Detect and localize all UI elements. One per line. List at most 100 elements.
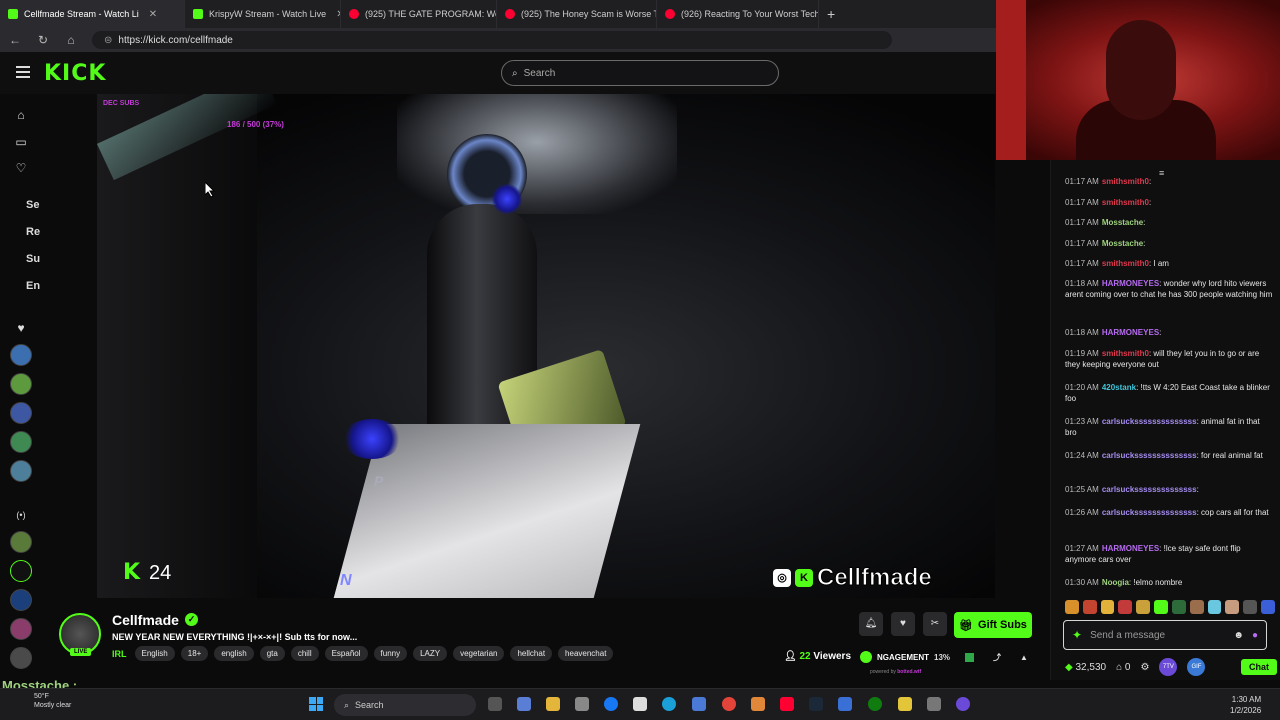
recommended-channel-avatar[interactable] — [10, 560, 32, 582]
chat-username[interactable]: Mosstache — [1102, 239, 1143, 248]
followed-channel-avatar[interactable] — [10, 373, 32, 395]
gif-extension-icon[interactable]: GIF — [1187, 658, 1206, 676]
browser-tab-honey-scam[interactable]: (925) The Honey Scam is Worse T ✕ — [497, 0, 657, 28]
recommended-channel-avatar[interactable] — [10, 618, 32, 640]
menu-icon[interactable] — [16, 66, 30, 78]
sidebar-item-en[interactable]: En — [26, 280, 40, 292]
reload-icon[interactable]: ↻ — [36, 33, 50, 47]
chat-username[interactable]: carlsuckssssssssssssss — [1102, 417, 1197, 426]
url-field[interactable]: ⊜ https://kick.com/cellfmade — [92, 31, 892, 49]
category-link[interactable]: IRL — [112, 649, 127, 659]
calculator-icon[interactable] — [692, 697, 706, 711]
app-icon[interactable] — [838, 697, 852, 711]
new-tab-button[interactable]: + — [819, 0, 843, 28]
emote-icon[interactable] — [1207, 600, 1222, 614]
emote-icon[interactable] — [1100, 600, 1115, 614]
sidebar-item-su[interactable]: Su — [26, 253, 40, 265]
sticky-notes-icon[interactable] — [898, 697, 912, 711]
gift-subs-button[interactable]: 🎁︎ Gift Subs — [954, 612, 1032, 638]
emote-icon[interactable] — [1189, 600, 1204, 614]
emote-icon[interactable] — [1243, 600, 1258, 614]
streamer-name[interactable]: Cellfmade — [112, 612, 179, 628]
chat-username[interactable]: smithsmith0 — [1102, 198, 1149, 207]
tag-chip[interactable]: hellchat — [510, 646, 553, 661]
emote-icon[interactable] — [1082, 600, 1097, 614]
amazon-icon[interactable] — [633, 697, 647, 711]
chrome-icon[interactable] — [722, 697, 736, 711]
followed-channel-avatar[interactable] — [10, 402, 32, 424]
chat-username[interactable]: HARMONEYES — [1102, 328, 1159, 337]
facebook-icon[interactable] — [604, 697, 618, 711]
followed-channel-avatar[interactable] — [10, 460, 32, 482]
search-input[interactable]: ⌕ Search — [501, 60, 779, 86]
followed-channel-avatar[interactable] — [10, 431, 32, 453]
emoji-picker-icon[interactable]: ☻ — [1233, 630, 1244, 641]
tag-chip[interactable]: English — [134, 646, 175, 661]
close-tab-icon[interactable]: ✕ — [149, 9, 157, 20]
tag-chip[interactable]: LAZY — [413, 646, 448, 661]
recommended-channel-avatar[interactable] — [10, 589, 32, 611]
browser-tab-worst-tech[interactable]: (926) Reacting To Your Worst Tech ✕ — [657, 0, 819, 28]
chat-message-input[interactable]: ✦ Send a message ☻ ● — [1063, 620, 1267, 650]
chat-username[interactable]: smithsmith0 — [1102, 349, 1149, 358]
chat-username[interactable]: Mosstache — [1102, 218, 1143, 227]
video-player[interactable]: DEC SUBS 186 / 500 (37%) P N K 24 ◎ K Ce… — [97, 94, 995, 598]
browser-tab-gate-program[interactable]: (925) THE GATE PROGRAM: Were ✕ — [341, 0, 497, 28]
sidebar-item-re[interactable]: Re — [26, 226, 40, 238]
browse-icon[interactable]: ▭ — [13, 134, 29, 150]
task-view-icon[interactable] — [488, 697, 502, 711]
chat-settings-icon[interactable]: ⚙ — [1140, 662, 1149, 673]
browser-tab-cellfmade[interactable]: Cellfmade Stream - Watch Li ✕ — [0, 0, 185, 28]
chat-username[interactable]: HARMONEYES — [1102, 279, 1159, 288]
store-icon[interactable] — [575, 697, 589, 711]
following-heart-icon[interactable]: ♡ — [13, 160, 29, 176]
report-icon[interactable]: ▲ — [1020, 653, 1028, 662]
recommended-channel-avatar[interactable] — [10, 647, 32, 669]
sidebar-item-se[interactable]: Se — [26, 199, 39, 211]
emote-icon[interactable] — [1065, 600, 1079, 614]
chat-username[interactable]: Noogia — [1102, 578, 1129, 587]
browser-tab-krispyw[interactable]: KrispyW Stream - Watch Live ✕ — [185, 0, 341, 28]
chat-username[interactable]: 420stank — [1102, 383, 1136, 392]
emote-icon[interactable] — [1118, 600, 1133, 614]
tag-chip[interactable]: chill — [290, 646, 319, 661]
emote-icon[interactable] — [1261, 600, 1275, 614]
steam-icon[interactable] — [809, 697, 823, 711]
emote-icon[interactable] — [1154, 600, 1168, 614]
chat-username[interactable]: smithsmith0 — [1102, 177, 1149, 186]
edge-icon[interactable] — [662, 697, 676, 711]
emote-icon[interactable] — [1225, 600, 1240, 614]
tag-chip[interactable]: Español — [324, 646, 368, 661]
home-icon[interactable]: ⌂ — [13, 107, 29, 123]
sparkle-icon[interactable]: ✦ — [1072, 628, 1082, 642]
chat-username[interactable]: carlsuckssssssssssssss — [1102, 451, 1197, 460]
site-info-icon[interactable]: ⊜ — [104, 35, 112, 46]
taskbar-search[interactable]: ⌕ Search — [334, 694, 476, 716]
xbox-icon[interactable] — [868, 697, 882, 711]
tag-chip[interactable]: gta — [259, 646, 285, 661]
emote-icon[interactable] — [1171, 600, 1186, 614]
tag-chip[interactable]: funny — [373, 646, 408, 661]
copilot-icon[interactable] — [517, 697, 531, 711]
home-icon[interactable]: ⌂ — [64, 33, 78, 47]
tag-chip[interactable]: vegetarian — [453, 646, 505, 661]
chat-username[interactable]: smithsmith0 — [1102, 259, 1149, 268]
chat-username[interactable]: carlsuckssssssssssssss — [1102, 508, 1197, 517]
followed-channel-avatar[interactable] — [10, 344, 32, 366]
tag-chip[interactable]: 18+ — [180, 646, 209, 661]
vlc-icon[interactable] — [751, 697, 765, 711]
tag-chip[interactable]: heavenchat — [558, 646, 614, 661]
share-icon[interactable]: ⤴ — [993, 652, 1001, 663]
emote-icon[interactable] — [1136, 600, 1151, 614]
windows-start-icon[interactable] — [309, 697, 323, 711]
kick-logo[interactable]: KICK — [44, 61, 106, 86]
clip-button[interactable]: ✂ — [923, 612, 947, 636]
send-chat-button[interactable]: Chat — [1241, 659, 1277, 675]
extension-icon[interactable]: ● — [1252, 630, 1258, 641]
7tv-extension-icon[interactable]: 7TV — [1159, 658, 1178, 676]
inventory-count[interactable]: ⌂ 0 — [1116, 662, 1130, 673]
recommended-channel-avatar[interactable] — [10, 531, 32, 553]
file-explorer-icon[interactable] — [546, 697, 560, 711]
notification-bell-button[interactable]: 🔔︎ — [859, 612, 883, 636]
system-clock[interactable]: 1:30 AM 1/2/2026 — [1230, 694, 1261, 716]
